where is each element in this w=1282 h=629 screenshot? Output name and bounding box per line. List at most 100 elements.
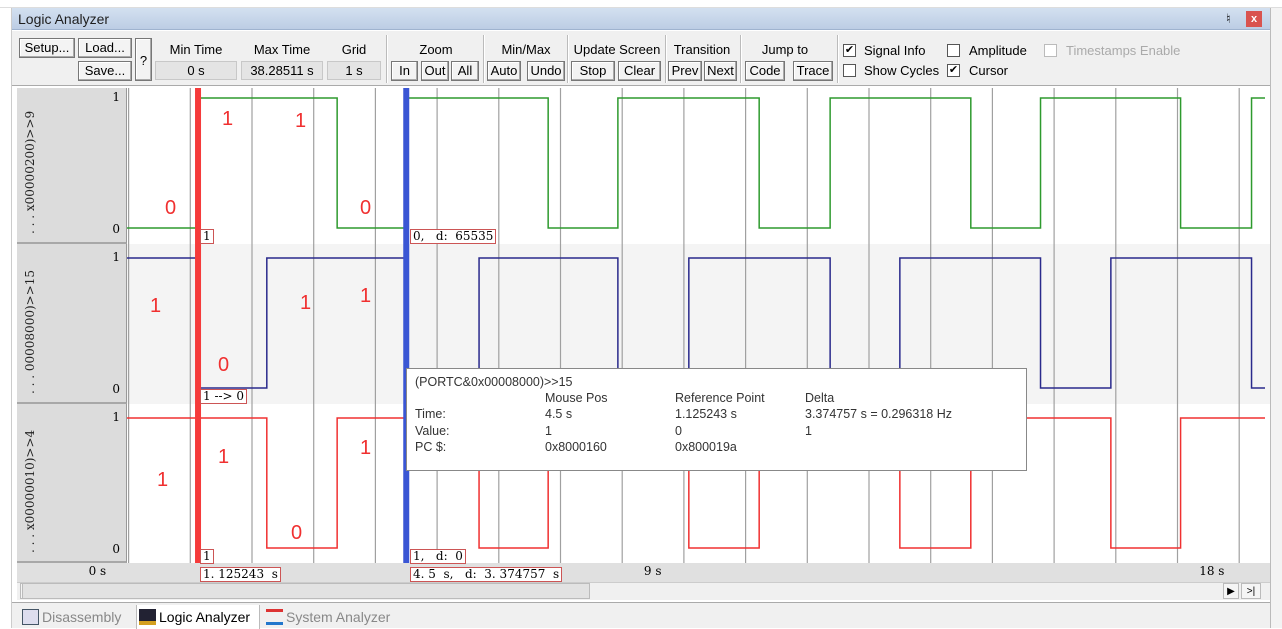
max-time-label: Max Time (253, 42, 311, 57)
zoom-label: Zoom (419, 42, 453, 57)
signal-info-tooltip: (PORTC&0x00008000)>>15 Mouse Pos Referen… (406, 368, 1027, 471)
separator (386, 35, 388, 83)
scroll-right-arrow-icon[interactable]: ▶ (1223, 583, 1239, 599)
high-tick: 1 (112, 90, 120, 104)
tooltip-cell: 0x8000160 (545, 440, 607, 454)
tab-label: System Analyzer (286, 609, 391, 625)
toolbar: Setup... Load... Save... ? Min Time 0 s … (12, 31, 1270, 86)
signal-label-bit4[interactable]: . . . x00000010)>>4 1 0 (17, 404, 127, 563)
waveform-plot[interactable] (127, 88, 1270, 563)
ref-cursor-value-bit15: 1 --> 0 (200, 389, 248, 404)
tooltip-cell: 4.5 s (545, 407, 573, 421)
separator (665, 35, 667, 83)
window-title: Logic Analyzer (18, 11, 110, 27)
ref-cursor-value-bit9: 1 (200, 229, 214, 244)
tooltip-cell: 0 (675, 424, 682, 438)
annotation: 1 (218, 446, 230, 468)
tooltip-header: Delta (805, 391, 835, 405)
auto-button[interactable]: Auto (487, 61, 521, 81)
zoom-out-button[interactable]: Out (421, 61, 449, 81)
separator (837, 35, 839, 83)
tooltip-row-label: Value: (415, 424, 450, 438)
annotation: 1 (150, 295, 162, 317)
mouse-cursor-time: 4. 5 s, d: 3. 374757 s (410, 567, 563, 582)
show-cycles-checkbox[interactable] (843, 64, 856, 77)
low-tick: 0 (112, 382, 120, 396)
show-cycles-label: Show Cycles (864, 63, 940, 78)
scrollbar-thumb[interactable] (22, 583, 590, 599)
tab-label: Disassembly (42, 609, 122, 625)
signal-info-label: Signal Info (864, 43, 926, 58)
save-button[interactable]: Save... (78, 61, 132, 81)
annotation: 1 (295, 110, 307, 132)
annotation: 0 (165, 197, 177, 219)
signal-info-checkbox[interactable]: ✔ (843, 44, 856, 57)
separator (740, 35, 742, 83)
annotation: 1 (222, 108, 234, 130)
min-time-value: 0 s (155, 61, 237, 80)
amplitude-checkbox[interactable] (947, 44, 960, 57)
reference-cursor (195, 88, 202, 563)
tooltip-signal: (PORTC&0x00008000)>>15 (415, 375, 573, 389)
high-tick: 1 (112, 410, 120, 424)
annotation: 1 (157, 469, 169, 491)
mouse-cursor (403, 88, 410, 563)
tooltip-cell: 3.374757 s = 0.296318 Hz (805, 407, 952, 421)
max-time-value: 38.28511 s (241, 61, 323, 80)
zoom-all-button[interactable]: All (451, 61, 479, 81)
left-edge-panel (0, 8, 12, 628)
jump-code-button[interactable]: Code (745, 61, 785, 81)
pin-icon[interactable]: ♮ (1226, 11, 1231, 27)
separator (567, 35, 569, 83)
cursor-label: Cursor (969, 63, 1009, 78)
stop-button[interactable]: Stop (571, 61, 615, 81)
clear-button[interactable]: Clear (618, 61, 661, 81)
mouse-cursor-value-bit4: 1, d: 0 (410, 549, 466, 564)
close-button[interactable]: x (1246, 11, 1262, 27)
tooltip-cell: 1 (805, 424, 812, 438)
jump-trace-button[interactable]: Trace (793, 61, 833, 81)
signal-labels: . . . x00000200)>>9 1 0 . . . 00008000)>… (17, 88, 127, 563)
minmax-label: Min/Max (501, 42, 551, 57)
tooltip-row-label: Time: (415, 407, 446, 421)
signal-label-bit15[interactable]: . . . 00008000)>>15 1 0 (17, 244, 127, 404)
time-tick-label: 9 s (643, 564, 662, 578)
update-screen-label: Update Screen (573, 42, 661, 57)
annotation: 0 (360, 197, 372, 219)
low-tick: 0 (112, 222, 120, 236)
grid-label: Grid (341, 42, 367, 57)
amplitude-label: Amplitude (969, 43, 1027, 58)
tab-disassembly[interactable]: Disassembly (20, 605, 121, 629)
tooltip-cell: 1.125243 s (675, 407, 737, 421)
tooltip-row-label: PC $: (415, 440, 447, 454)
bottom-tabs: Disassembly Logic Analyzer System Analyz… (12, 602, 1270, 629)
tab-system-analyzer[interactable]: System Analyzer (264, 605, 390, 629)
annotation: 1 (360, 437, 372, 459)
time-tick-label: 18 s (1199, 564, 1225, 578)
scroll-end-button[interactable]: >| (1241, 583, 1261, 599)
annotation: 1 (360, 285, 372, 307)
undo-button[interactable]: Undo (527, 61, 565, 81)
prev-transition-button[interactable]: Prev (668, 61, 702, 81)
tab-logic-analyzer[interactable]: Logic Analyzer (136, 605, 260, 629)
grid-value: 1 s (327, 61, 381, 80)
signal-name: . . . x00000010)>>4 (23, 429, 37, 553)
tab-label: Logic Analyzer (159, 609, 251, 625)
next-transition-button[interactable]: Next (704, 61, 737, 81)
time-tick-label: 0 s (88, 564, 107, 578)
tooltip-cell: 0x800019a (675, 440, 737, 454)
annotation: 1 (300, 292, 312, 314)
setup-button[interactable]: Setup... (19, 38, 75, 58)
cursor-checkbox[interactable]: ✔ (947, 64, 960, 77)
help-button[interactable]: ? (135, 38, 152, 81)
jump-to-label: Jump to (761, 42, 809, 57)
signal-label-bit9[interactable]: . . . x00000200)>>9 1 0 (17, 88, 127, 244)
low-tick: 0 (112, 542, 120, 556)
zoom-in-button[interactable]: In (391, 61, 418, 81)
high-tick: 1 (112, 250, 120, 264)
signal-name: . . . x00000200)>>9 (23, 110, 37, 234)
disassembly-icon (22, 609, 39, 625)
load-button[interactable]: Load... (78, 38, 132, 58)
annotation: 0 (291, 522, 303, 544)
ref-cursor-value-bit4: 1 (200, 549, 214, 564)
